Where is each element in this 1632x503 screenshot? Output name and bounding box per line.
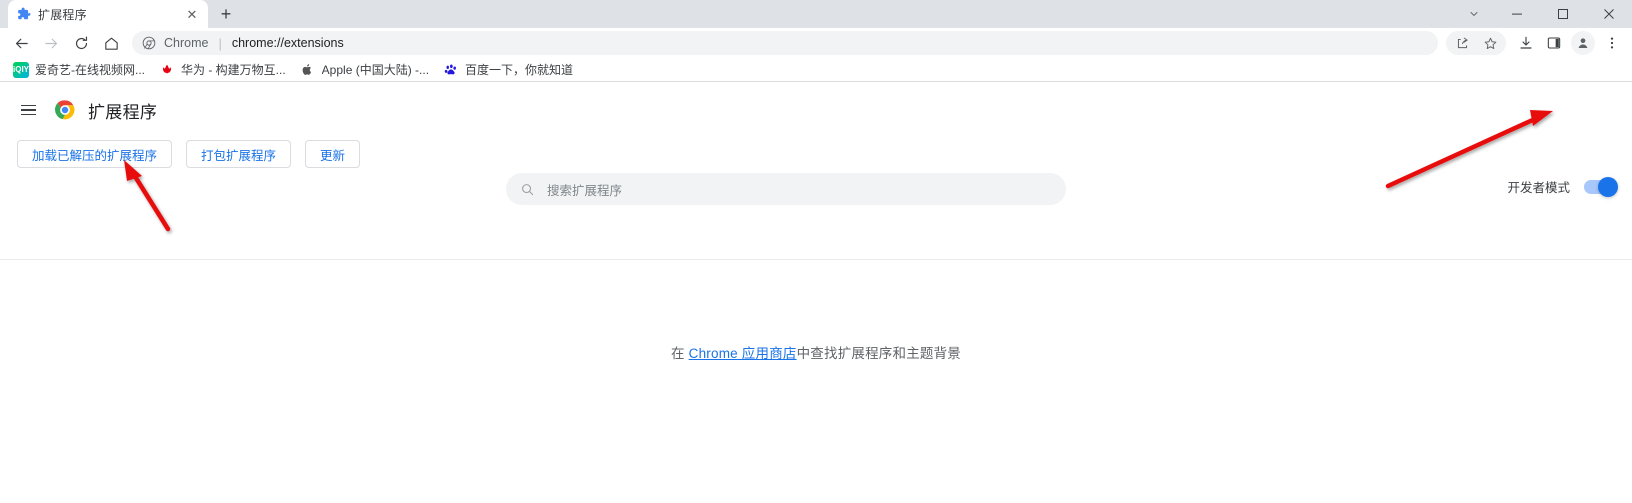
reload-button[interactable] (66, 29, 96, 57)
apple-favicon (299, 61, 316, 78)
browser-toolbar: Chrome | chrome://extensions (0, 28, 1632, 58)
empty-state-suffix: 中查找扩展程序和主题背景 (796, 346, 962, 361)
toggle-knob (1598, 176, 1618, 197)
tab-title: 扩展程序 (38, 7, 87, 22)
share-icon[interactable] (1448, 29, 1476, 57)
load-unpacked-button[interactable]: 加载已解压的扩展程序 (17, 140, 173, 168)
huawei-favicon (159, 61, 175, 78)
pack-extension-button[interactable]: 打包扩展程序 (186, 140, 292, 168)
bookmark-item[interactable]: 百度一下，你就知道 (436, 59, 580, 80)
page-title: 扩展程序 (88, 102, 158, 122)
toolbar-actions (1446, 29, 1626, 57)
profile-avatar-icon[interactable] (1571, 31, 1595, 55)
puzzle-piece-icon (16, 7, 31, 22)
home-button[interactable] (96, 29, 126, 57)
bookmarks-bar: iQIY 爱奇艺-在线视频网... 华为 - 构建万物互... Apple (中… (0, 58, 1632, 82)
header-divider (0, 259, 1632, 260)
close-tab-icon[interactable]: ✕ (184, 6, 200, 22)
search-extensions-input[interactable]: 搜索扩展程序 (506, 173, 1066, 205)
omnibox-action-pill (1446, 31, 1506, 55)
chrome-page-icon (142, 36, 156, 50)
empty-state-message: 在 Chrome 应用商店中查找扩展程序和主题背景 (0, 342, 1632, 362)
omnibox-separator: | (218, 35, 222, 51)
bookmark-label: Apple (中国大陆) -... (321, 63, 430, 77)
bookmark-item[interactable]: 华为 - 构建万物互... (152, 59, 293, 80)
hamburger-menu-icon[interactable] (14, 96, 42, 124)
developer-mode-control: 开发者模式 (1507, 176, 1618, 197)
bookmark-item[interactable]: iQIY 爱奇艺-在线视频网... (6, 59, 152, 80)
bookmark-label: 爱奇艺-在线视频网... (35, 63, 145, 77)
tab-search-icon[interactable] (1454, 0, 1494, 28)
browser-tab-extensions[interactable]: 扩展程序 ✕ (8, 0, 208, 28)
search-placeholder: 搜索扩展程序 (547, 183, 623, 198)
minimize-icon[interactable] (1494, 0, 1540, 28)
forward-button[interactable] (36, 29, 66, 57)
chrome-logo-icon (54, 99, 76, 121)
developer-mode-label: 开发者模式 (1507, 181, 1570, 195)
omnibox-chip-label: Chrome (164, 36, 209, 50)
maximize-icon[interactable] (1540, 0, 1586, 28)
bookmark-star-icon[interactable] (1476, 29, 1504, 57)
back-button[interactable] (6, 29, 36, 57)
extension-action-buttons: 加载已解压的扩展程序 打包扩展程序 更新 (0, 140, 1632, 168)
extensions-header: 扩展程序 (0, 82, 1632, 138)
close-window-icon[interactable] (1586, 0, 1632, 28)
extensions-page: 扩展程序 搜索扩展程序 开发者模式 加载已解压的扩展程序 打包扩展程序 更新 在… (0, 82, 1632, 502)
bookmark-item[interactable]: Apple (中国大陆) -... (293, 59, 436, 80)
developer-mode-toggle[interactable] (1584, 176, 1618, 197)
bookmark-label: 华为 - 构建万物互... (181, 63, 286, 77)
downloads-icon[interactable] (1512, 29, 1540, 57)
chrome-web-store-link[interactable]: Chrome 应用商店 (689, 346, 797, 361)
baidu-favicon (443, 61, 460, 78)
omnibox-url: chrome://extensions (231, 36, 344, 50)
window-controls (1454, 0, 1632, 28)
update-button[interactable]: 更新 (305, 140, 361, 168)
address-bar[interactable]: Chrome | chrome://extensions (132, 31, 1438, 55)
new-tab-button[interactable]: + (212, 0, 240, 28)
tab-strip: 扩展程序 ✕ + (0, 0, 1632, 28)
search-icon (520, 182, 535, 197)
empty-state-prefix: 在 (670, 346, 689, 361)
favicon-text: iQIY (13, 65, 29, 74)
iqiyi-favicon: iQIY (13, 61, 29, 78)
side-panel-icon[interactable] (1540, 29, 1568, 57)
chrome-menu-icon[interactable] (1598, 29, 1626, 57)
bookmark-label: 百度一下，你就知道 (465, 63, 574, 77)
